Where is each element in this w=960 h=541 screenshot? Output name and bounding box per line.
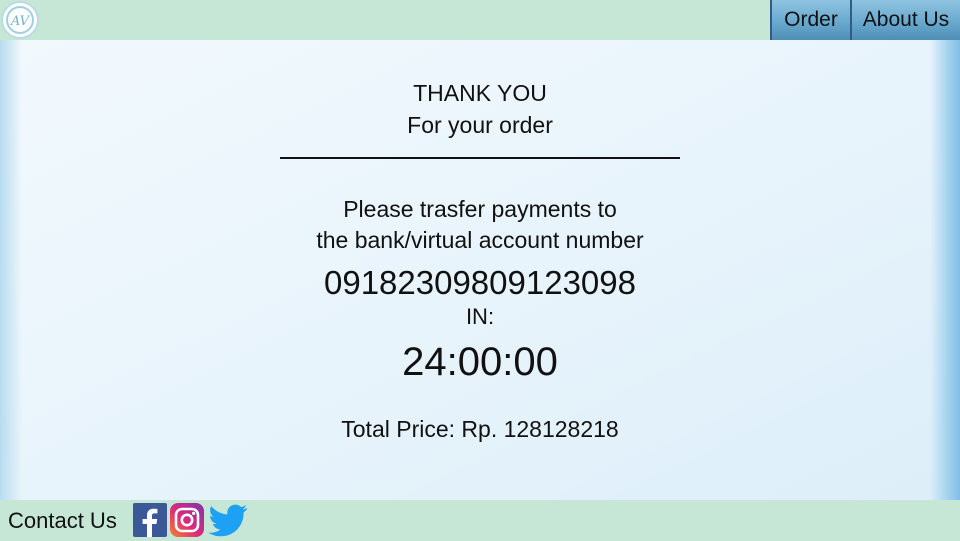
facebook-icon[interactable]	[133, 503, 167, 537]
brand-logo[interactable]: AV	[1, 1, 39, 39]
contact-us-label: Contact Us	[8, 508, 117, 533]
thank-you-heading: THANK YOU	[413, 80, 547, 106]
header-bar: AV Order About Us	[0, 0, 960, 40]
about-us-nav-button[interactable]: About Us	[850, 0, 960, 40]
order-nav-button[interactable]: Order	[770, 0, 850, 40]
payment-instruction-line2: the bank/virtual account number	[316, 227, 644, 253]
order-confirmation-panel: THANK YOU For your order Please trasfer …	[0, 40, 960, 500]
total-price: Total Price: Rp. 128128218	[341, 416, 619, 442]
svg-text:AV: AV	[10, 14, 31, 29]
countdown-timer: 24:00:00	[402, 340, 558, 384]
instagram-icon[interactable]	[170, 503, 204, 537]
twitter-icon[interactable]	[208, 503, 248, 537]
top-nav: Order About Us	[770, 0, 960, 40]
account-number: 09182309809123098	[323, 264, 636, 301]
logo-mark-icon: AV	[6, 6, 34, 34]
payment-instruction-line1: Please trasfer payments to	[343, 196, 617, 222]
deadline-label: IN:	[465, 304, 495, 329]
divider-line	[280, 157, 680, 159]
thank-you-subheading: For your order	[407, 112, 553, 138]
footer-bar: Contact Us	[0, 500, 960, 541]
